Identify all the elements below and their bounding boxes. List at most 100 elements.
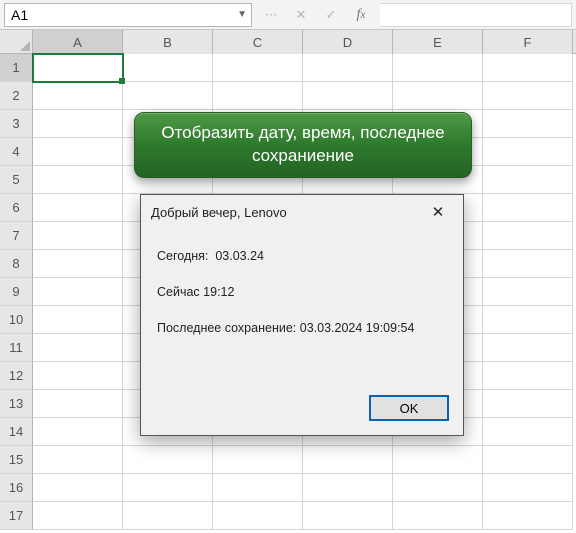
cell[interactable]	[393, 474, 483, 502]
cell[interactable]	[483, 54, 573, 82]
row-header[interactable]: 16	[0, 474, 33, 502]
name-box[interactable]: A1 ▼	[4, 3, 252, 27]
close-icon: ✕	[432, 203, 445, 221]
cell[interactable]	[393, 446, 483, 474]
cell[interactable]	[393, 502, 483, 530]
cell[interactable]	[393, 54, 483, 82]
column-header[interactable]: F	[483, 30, 573, 54]
name-box-dropdown-icon[interactable]: ▼	[237, 9, 247, 20]
cell[interactable]	[483, 222, 573, 250]
row-header[interactable]: 4	[0, 138, 33, 166]
cell[interactable]	[303, 82, 393, 110]
cell[interactable]	[213, 446, 303, 474]
row-header[interactable]: 14	[0, 418, 33, 446]
cell[interactable]	[213, 502, 303, 530]
grid-row: 16	[0, 474, 576, 502]
cell[interactable]	[483, 306, 573, 334]
row-header[interactable]: 8	[0, 250, 33, 278]
cell[interactable]	[303, 502, 393, 530]
row-header[interactable]: 3	[0, 110, 33, 138]
cell[interactable]	[483, 82, 573, 110]
row-header[interactable]: 15	[0, 446, 33, 474]
row-header[interactable]: 10	[0, 306, 33, 334]
cell[interactable]	[483, 334, 573, 362]
cell[interactable]	[483, 362, 573, 390]
row-header[interactable]: 17	[0, 502, 33, 530]
cell[interactable]	[213, 54, 303, 82]
row-header[interactable]: 1	[0, 54, 33, 82]
cell[interactable]	[483, 502, 573, 530]
cell[interactable]	[33, 110, 123, 138]
show-datetime-button[interactable]: Отобразить дату, время, последнее сохран…	[134, 112, 472, 178]
cell[interactable]	[123, 82, 213, 110]
cell[interactable]	[33, 166, 123, 194]
cell[interactable]	[33, 446, 123, 474]
row-header[interactable]: 11	[0, 334, 33, 362]
row-header[interactable]: 12	[0, 362, 33, 390]
now-label: Сейчас	[157, 285, 200, 299]
cell[interactable]	[33, 278, 123, 306]
cell[interactable]	[393, 82, 483, 110]
close-button[interactable]: ✕	[423, 199, 453, 225]
column-headers: A B C D E F	[0, 30, 576, 54]
cell[interactable]	[33, 418, 123, 446]
cell[interactable]	[33, 362, 123, 390]
dialog-title-text: Добрый вечер, Lenovo	[151, 205, 287, 220]
cell[interactable]	[123, 446, 213, 474]
cell[interactable]	[303, 54, 393, 82]
cell[interactable]	[483, 250, 573, 278]
cell[interactable]	[213, 82, 303, 110]
cell[interactable]	[213, 474, 303, 502]
cell[interactable]	[483, 194, 573, 222]
formula-input[interactable]	[380, 3, 572, 27]
formula-bar-icons: ⋯ ✕ ✓ fx	[256, 3, 376, 27]
now-value: 19:12	[203, 285, 234, 299]
row-header[interactable]: 9	[0, 278, 33, 306]
cell[interactable]	[483, 138, 573, 166]
dialog-titlebar: Добрый вечер, Lenovo ✕	[141, 195, 463, 229]
cell[interactable]	[483, 166, 573, 194]
row-header[interactable]: 6	[0, 194, 33, 222]
row-header[interactable]: 2	[0, 82, 33, 110]
cell[interactable]	[483, 446, 573, 474]
ok-button[interactable]: OK	[369, 395, 449, 421]
cell[interactable]	[123, 474, 213, 502]
cell[interactable]	[33, 250, 123, 278]
today-label: Сегодня:	[157, 249, 208, 263]
cell[interactable]	[33, 138, 123, 166]
cell[interactable]	[33, 502, 123, 530]
cell[interactable]	[303, 474, 393, 502]
select-all-corner[interactable]	[0, 30, 33, 54]
row-header[interactable]: 5	[0, 166, 33, 194]
cell[interactable]	[483, 390, 573, 418]
column-header[interactable]: B	[123, 30, 213, 54]
cell[interactable]	[483, 418, 573, 446]
last-save-line: Последнее сохранение: 03.03.2024 19:09:5…	[157, 321, 447, 335]
grid-row: 2	[0, 82, 576, 110]
column-header[interactable]: D	[303, 30, 393, 54]
cell[interactable]	[33, 306, 123, 334]
cell[interactable]	[123, 502, 213, 530]
cell[interactable]	[303, 446, 393, 474]
cell[interactable]	[33, 82, 123, 110]
today-line: Сегодня: 03.03.24	[157, 249, 447, 263]
row-header[interactable]: 7	[0, 222, 33, 250]
cell[interactable]	[33, 222, 123, 250]
expand-icon: ⋯	[256, 3, 286, 27]
dialog-body: Сегодня: 03.03.24 Сейчас 19:12 Последнее…	[141, 229, 463, 367]
cell[interactable]	[33, 390, 123, 418]
last-save-value: 03.03.2024 19:09:54	[300, 321, 415, 335]
column-header[interactable]: E	[393, 30, 483, 54]
cell[interactable]	[483, 278, 573, 306]
column-header[interactable]: A	[33, 30, 123, 54]
cell[interactable]	[33, 54, 123, 82]
cell[interactable]	[483, 474, 573, 502]
cell[interactable]	[123, 54, 213, 82]
column-header[interactable]: C	[213, 30, 303, 54]
row-header[interactable]: 13	[0, 390, 33, 418]
cell[interactable]	[33, 194, 123, 222]
fx-icon[interactable]: fx	[346, 3, 376, 27]
cell[interactable]	[483, 110, 573, 138]
cell[interactable]	[33, 474, 123, 502]
cell[interactable]	[33, 334, 123, 362]
